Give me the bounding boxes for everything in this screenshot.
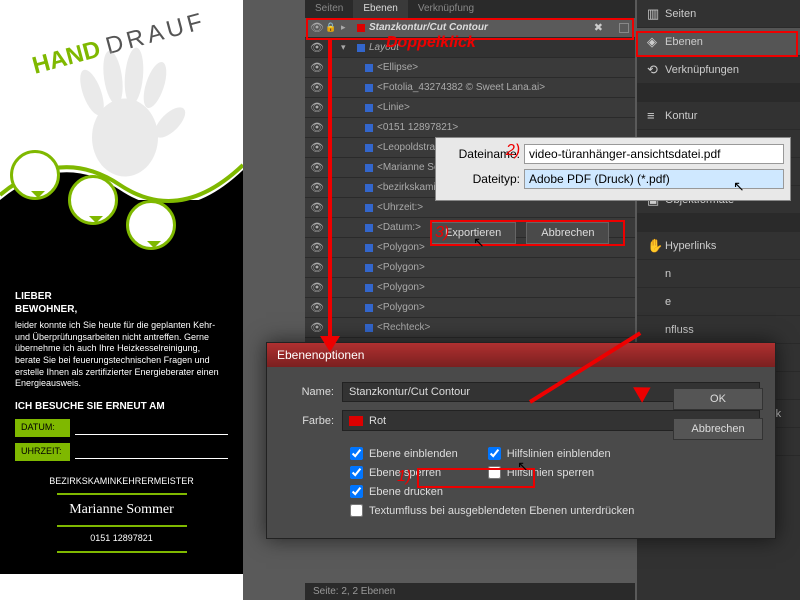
- layer-options-dialog: Ebenenoptionen Name: Farbe: Rot ▾ Ebene …: [266, 342, 776, 539]
- chk-show-layer[interactable]: Ebene einblenden: [350, 447, 458, 460]
- layer-item-row[interactable]: 👁<0151 12897821>: [305, 118, 635, 138]
- layer-item-row[interactable]: 👁<Polygon>: [305, 298, 635, 318]
- export-type-select[interactable]: [524, 169, 784, 189]
- document-preview: HAND DRAUF LIEBER BEWOHNER, leider konnt…: [0, 0, 243, 600]
- visibility-icon[interactable]: 👁: [309, 40, 325, 56]
- visibility-icon[interactable]: 👁: [309, 320, 325, 336]
- panel-icon: ≡: [647, 108, 665, 123]
- panel-icon: ⟲: [647, 62, 665, 78]
- visibility-icon[interactable]: 👁: [309, 220, 325, 236]
- export-fragment: Dateiname: Dateityp:: [435, 137, 791, 201]
- visibility-icon[interactable]: 👁: [309, 100, 325, 116]
- dock-item[interactable]: ▥Seiten: [637, 0, 800, 28]
- visibility-icon[interactable]: 👁: [309, 140, 325, 156]
- flyer-phone: 0151 12897821: [15, 533, 228, 545]
- export-cancel-button[interactable]: Abbrechen: [526, 222, 609, 244]
- visibility-icon[interactable]: 👁: [309, 180, 325, 196]
- ok-button[interactable]: OK: [673, 388, 763, 410]
- visibility-icon[interactable]: 👁: [309, 120, 325, 136]
- chk-print-layer[interactable]: Ebene drucken: [350, 485, 458, 498]
- layer-item-row[interactable]: 👁<Rechteck>: [305, 318, 635, 338]
- dock-item[interactable]: nfluss: [637, 316, 800, 344]
- dock-item[interactable]: ✋Hyperlinks: [637, 232, 800, 260]
- layer-item-row[interactable]: 👁<Uhrzeit:>: [305, 198, 635, 218]
- visibility-icon[interactable]: 👁: [309, 60, 325, 76]
- lock-icon[interactable]: 🔒: [325, 22, 341, 33]
- export-type-label: Dateityp:: [442, 172, 524, 186]
- tab-seiten[interactable]: Seiten: [305, 0, 353, 18]
- flyer-revisit: ICH BESUCHE SIE ERNEUT AM: [15, 400, 228, 413]
- visibility-icon[interactable]: 👁: [309, 280, 325, 296]
- flyer-body: leider konnte ich Sie heute für die gepl…: [15, 320, 228, 390]
- tab-ebenen[interactable]: Ebenen: [353, 0, 407, 18]
- visibility-icon[interactable]: 👁: [309, 260, 325, 276]
- dock-item[interactable]: e: [637, 288, 800, 316]
- dialog-name-label: Name:: [282, 386, 342, 398]
- cancel-button[interactable]: Abbrechen: [673, 418, 763, 440]
- dock-item[interactable]: ◈Ebenen: [637, 28, 800, 56]
- target-icon[interactable]: ✖: [594, 21, 603, 34]
- slot-time-label: UHRZEIT:: [15, 443, 70, 461]
- color-swatch: [357, 44, 365, 52]
- visibility-icon[interactable]: 👁: [309, 80, 325, 96]
- dialog-title: Ebenenoptionen: [267, 343, 775, 367]
- visibility-icon[interactable]: 👁: [309, 300, 325, 316]
- panel-icon: ✋: [647, 238, 665, 254]
- visibility-icon[interactable]: 👁: [309, 20, 325, 36]
- icon-bubbles: [10, 150, 176, 250]
- flyer-greeting: LIEBER BEWOHNER,: [15, 290, 228, 316]
- layers-statusbar: Seite: 2, 2 Ebenen: [305, 583, 635, 600]
- color-swatch: [357, 24, 365, 32]
- dialog-color-label: Farbe:: [282, 415, 342, 427]
- export-button[interactable]: Exportieren: [430, 222, 516, 244]
- visibility-icon[interactable]: 👁: [309, 160, 325, 176]
- chk-lock-layer[interactable]: Ebene sperren: [350, 466, 458, 479]
- disclosure-icon[interactable]: ▸: [341, 22, 353, 33]
- disclosure-icon[interactable]: ▾: [341, 42, 353, 53]
- flyer-role: BEZIRKSKAMINKEHRERMEISTER: [15, 476, 228, 488]
- chk-show-guides[interactable]: Hilfslinien einblenden: [488, 447, 611, 460]
- export-name-label: Dateiname:: [442, 147, 524, 161]
- export-name-input[interactable]: [524, 144, 784, 164]
- tab-verknuepfung[interactable]: Verknüpfung: [408, 0, 484, 18]
- layer-item-row[interactable]: 👁<Polygon>: [305, 278, 635, 298]
- chk-lock-guides[interactable]: Hilfslinien sperren: [488, 466, 611, 479]
- layer-item-row[interactable]: 👁<Fotolia_43274382 © Sweet Lana.ai>: [305, 78, 635, 98]
- panel-icon: ◈: [647, 34, 665, 50]
- layer-item-row[interactable]: 👁<Linie>: [305, 98, 635, 118]
- flyer-name: Marianne Sommer: [15, 501, 228, 519]
- dock-item[interactable]: n: [637, 260, 800, 288]
- slot-date-label: DATUM:: [15, 419, 70, 437]
- visibility-icon[interactable]: 👁: [309, 200, 325, 216]
- layer-item-row[interactable]: 👁<Ellipse>: [305, 58, 635, 78]
- dock-item[interactable]: ⟲Verknüpfungen: [637, 56, 800, 84]
- layer-row-cutcontour[interactable]: 👁 🔒 ▸ Stanzkontur/Cut Contour ✖: [305, 18, 635, 38]
- select-square[interactable]: [619, 23, 629, 33]
- color-chip-red: [349, 416, 363, 426]
- dock-item[interactable]: ≡Kontur: [637, 102, 800, 130]
- layer-row-layout[interactable]: 👁 ▾ Layout: [305, 38, 635, 58]
- visibility-icon[interactable]: 👁: [309, 240, 325, 256]
- chk-textwrap[interactable]: Textumfluss bei ausgeblendeten Ebenen un…: [350, 504, 760, 517]
- layer-item-row[interactable]: 👁<Polygon>: [305, 258, 635, 278]
- panel-icon: ▥: [647, 6, 665, 22]
